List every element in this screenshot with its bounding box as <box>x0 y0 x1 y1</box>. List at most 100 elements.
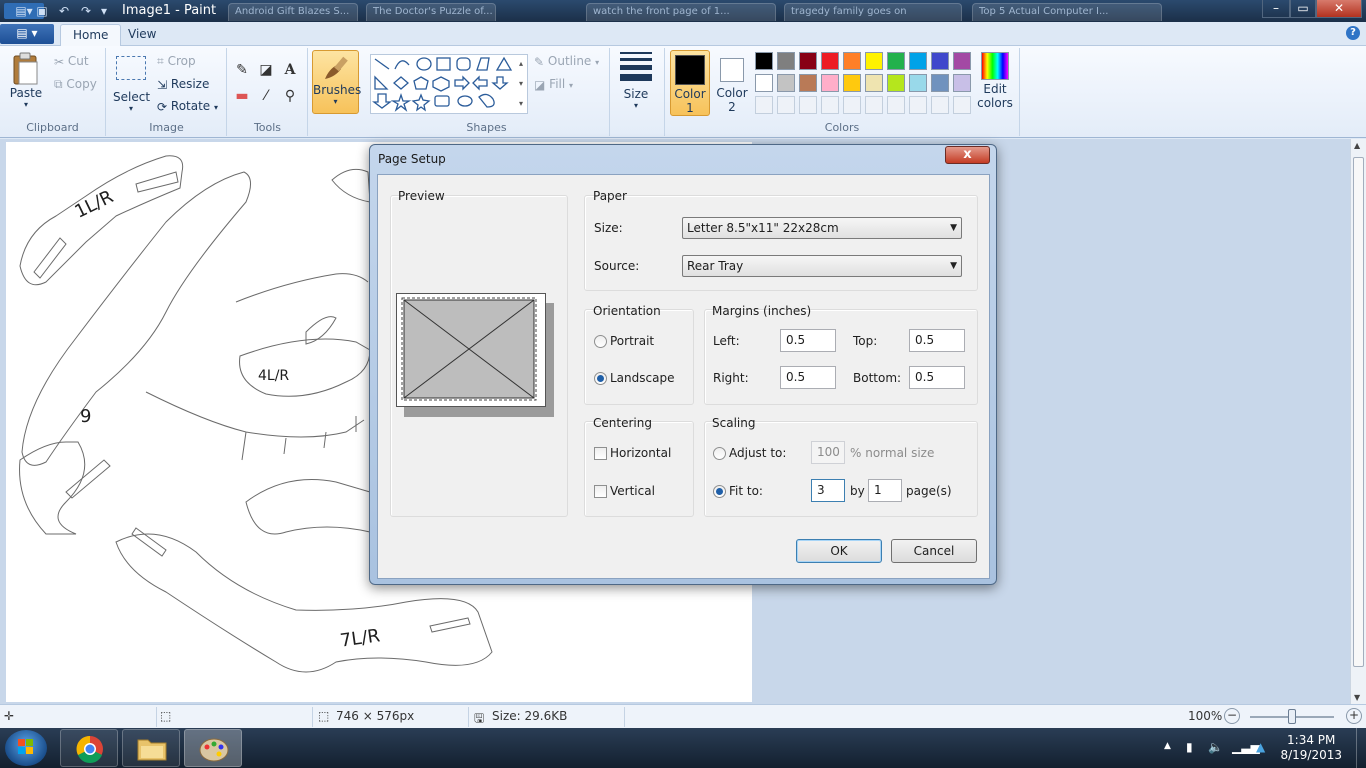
zoom-in-icon[interactable]: + <box>1346 708 1362 724</box>
background-tab[interactable]: The Doctor's Puzzle of... <box>366 3 496 21</box>
color-swatch[interactable] <box>843 74 861 92</box>
color-swatch[interactable] <box>755 74 773 92</box>
portrait-radio[interactable] <box>594 335 607 348</box>
zoom-slider[interactable] <box>1250 709 1334 724</box>
margin-right-input[interactable]: 0.5 <box>780 366 836 389</box>
color-swatch[interactable] <box>865 52 883 70</box>
brushes-button[interactable]: Brushes ▾ <box>312 50 361 114</box>
ok-button[interactable]: OK <box>796 539 882 563</box>
battery-icon[interactable]: ▮ <box>1186 740 1193 754</box>
color-swatch[interactable] <box>843 52 861 70</box>
tab-view[interactable]: View <box>116 24 168 46</box>
color-swatch[interactable] <box>953 74 971 92</box>
landscape-radio[interactable] <box>594 372 607 385</box>
color-swatch[interactable] <box>887 74 905 92</box>
select-dropdown-icon[interactable]: ▾ <box>113 104 149 113</box>
rotate-dropdown-icon[interactable]: ▾ <box>214 103 218 112</box>
color-swatch[interactable] <box>777 52 795 70</box>
fit-to-radio[interactable] <box>713 485 726 498</box>
background-tab[interactable]: Top 5 Actual Computer I... <box>972 3 1162 21</box>
zoom-out-icon[interactable]: − <box>1224 708 1240 724</box>
brushes-dropdown-icon[interactable]: ▾ <box>313 97 358 106</box>
crop-button[interactable]: ⌗ Crop <box>157 54 196 69</box>
close-button[interactable]: ✕ <box>1316 0 1362 18</box>
volume-icon[interactable]: 🔈 <box>1208 740 1223 754</box>
vertical-label[interactable]: Vertical <box>610 484 655 498</box>
paste-dropdown-icon[interactable]: ▾ <box>6 100 46 109</box>
color-swatch[interactable] <box>821 52 839 70</box>
outline-dropdown-icon[interactable]: ▾ <box>595 58 599 67</box>
color2-button[interactable]: Color 2 <box>712 50 752 116</box>
horizontal-label[interactable]: Horizontal <box>610 446 671 460</box>
clock[interactable]: 1:34 PM 8/19/2013 <box>1280 733 1342 763</box>
color-swatch[interactable] <box>821 96 839 114</box>
size-button[interactable]: Size ▾ <box>616 52 656 116</box>
color-swatch[interactable] <box>909 74 927 92</box>
fill-dropdown-icon[interactable]: ▾ <box>569 81 573 90</box>
drive-sync-icon[interactable]: ▲ <box>1256 740 1265 754</box>
outline-button[interactable]: ✎ Outline ▾ <box>534 54 599 69</box>
select-button[interactable]: Select ▾ <box>113 54 150 118</box>
magnifier-icon[interactable]: ⚲ <box>280 86 300 106</box>
size-dropdown-icon[interactable]: ▾ <box>616 101 656 110</box>
color-swatch[interactable] <box>799 96 817 114</box>
taskbar-chrome[interactable] <box>60 729 118 767</box>
maximize-button[interactable]: ▭ <box>1290 0 1316 18</box>
color-swatch[interactable] <box>931 96 949 114</box>
cut-button[interactable]: ✂ Cut <box>54 54 89 69</box>
color-swatch[interactable] <box>865 74 883 92</box>
color-swatch[interactable] <box>799 52 817 70</box>
color-swatch[interactable] <box>755 52 773 70</box>
color-swatch[interactable] <box>887 96 905 114</box>
tab-home[interactable]: Home <box>60 24 122 46</box>
adjust-to-input[interactable]: 100 <box>811 441 845 464</box>
eraser-icon[interactable]: ▬ <box>232 86 252 106</box>
redo-icon[interactable]: ↷ <box>78 3 94 19</box>
shapes-gallery[interactable] <box>370 54 528 114</box>
color-swatch[interactable] <box>777 74 795 92</box>
resize-button[interactable]: ⇲ Resize <box>157 77 209 92</box>
fill-button[interactable]: ◪ Fill ▾ <box>534 77 573 92</box>
color-swatch[interactable] <box>953 96 971 114</box>
undo-icon[interactable]: ↶ <box>56 3 72 19</box>
color-swatch[interactable] <box>755 96 773 114</box>
help-icon[interactable]: ? <box>1346 26 1360 40</box>
minimize-button[interactable]: – <box>1262 0 1290 18</box>
landscape-label[interactable]: Landscape <box>610 371 674 385</box>
scroll-thumb[interactable] <box>1353 157 1364 667</box>
paste-button[interactable]: Paste ▾ <box>6 52 46 118</box>
scroll-down-icon[interactable]: ▼ <box>1354 693 1360 702</box>
adjust-to-radio[interactable] <box>713 447 726 460</box>
start-button[interactable] <box>5 730 47 766</box>
fit-to-pages-input[interactable]: 1 <box>868 479 902 502</box>
paint-menu-button[interactable]: ▤ ▾ <box>0 24 54 44</box>
show-hidden-icons[interactable]: ▲ <box>1164 741 1171 751</box>
vertical-scrollbar[interactable]: ▲ ▼ <box>1350 139 1366 704</box>
background-tab[interactable]: Android Gift Blazes S... <box>228 3 358 21</box>
shapes-scroll[interactable]: ▴ ▾ ▾ <box>514 54 528 114</box>
show-desktop-button[interactable] <box>1356 728 1366 768</box>
zoom-slider-thumb[interactable] <box>1288 709 1296 724</box>
portrait-label[interactable]: Portrait <box>610 334 654 348</box>
save-icon[interactable]: ▣ <box>34 3 50 19</box>
fit-to-label[interactable]: Fit to: <box>729 484 763 498</box>
color1-button[interactable]: Color 1 <box>670 50 710 116</box>
customize-toolbar-icon[interactable]: ▾ <box>96 3 112 19</box>
vertical-checkbox[interactable] <box>594 485 607 498</box>
color-swatch[interactable] <box>799 74 817 92</box>
taskbar-paint[interactable] <box>184 729 242 767</box>
scroll-up-icon[interactable]: ▲ <box>1354 141 1360 150</box>
margin-top-input[interactable]: 0.5 <box>909 329 965 352</box>
color-swatch[interactable] <box>887 52 905 70</box>
paper-size-select[interactable]: Letter 8.5"x11" 22x28cm ▼ <box>682 217 962 239</box>
color-swatch[interactable] <box>843 96 861 114</box>
dialog-close-button[interactable]: x <box>945 146 990 164</box>
margin-bottom-input[interactable]: 0.5 <box>909 366 965 389</box>
color-swatch[interactable] <box>821 74 839 92</box>
pencil-icon[interactable]: ✎ <box>232 60 252 80</box>
text-tool-icon[interactable]: A <box>280 60 300 80</box>
copy-button[interactable]: ⧉ Copy <box>54 77 97 92</box>
color-swatch[interactable] <box>909 52 927 70</box>
cancel-button[interactable]: Cancel <box>891 539 977 563</box>
margin-left-input[interactable]: 0.5 <box>780 329 836 352</box>
